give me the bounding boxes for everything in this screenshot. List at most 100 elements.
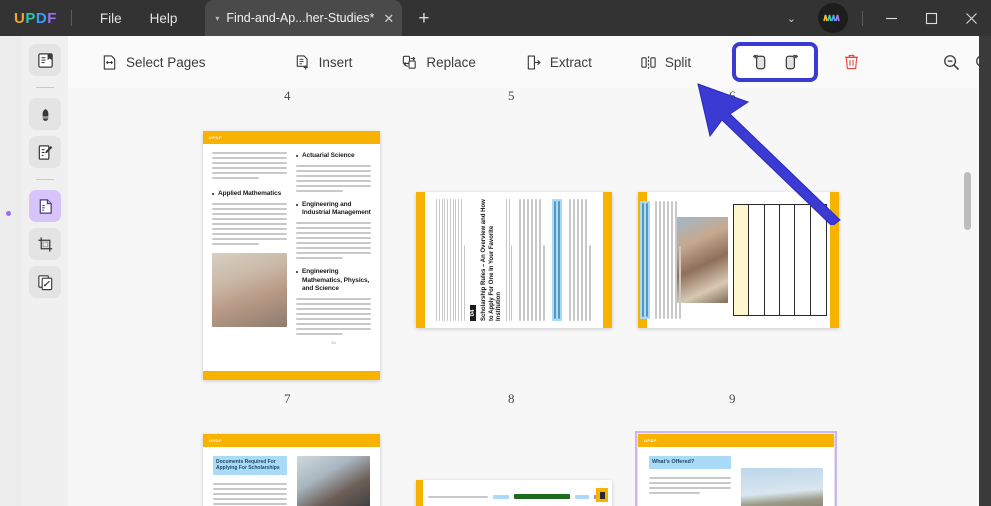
page-body: What's Offered?: [638, 447, 834, 506]
sidebar-item-edit[interactable]: [29, 136, 61, 168]
page-column-right: [296, 456, 370, 506]
logo-letter-p: P: [25, 9, 36, 27]
scrollbar-thumb[interactable]: [964, 172, 971, 230]
updf-application-window: U P D F File Help ▾ Find-and-Ap...her-St…: [0, 0, 991, 506]
split-button[interactable]: Split: [632, 49, 699, 76]
page-content-4: UPDF Applied Mathematics Actuarial Scien…: [203, 131, 380, 380]
page-column-right: Actuarial Science Engineering and Indust…: [296, 152, 371, 363]
sidebar-item-crop[interactable]: [29, 228, 61, 260]
chapter-tag: 04: [469, 305, 476, 321]
page-number-7: 7: [284, 391, 291, 406]
logo-letter-d: D: [35, 9, 48, 27]
split-label: Split: [664, 54, 692, 70]
highlighted-note: [639, 201, 650, 319]
page-logo: UPDF: [644, 438, 657, 443]
page-content-5: 04 Scholarship Rules – An Overview and H…: [416, 192, 612, 328]
page-photo: [676, 197, 728, 323]
page-folio: 04: [331, 339, 336, 345]
titlebar-divider: [70, 10, 72, 26]
more-tabs-chevron-icon[interactable]: ⌄: [771, 12, 812, 25]
page-thumbnail-4[interactable]: UPDF Applied Mathematics Actuarial Scien…: [203, 131, 380, 380]
page-photo: [741, 468, 823, 506]
zoom-out-icon: [944, 54, 960, 70]
rotate-right-icon: [785, 54, 798, 69]
page-heading: Documents Required For Applying For Scho…: [216, 459, 280, 472]
new-tab-button[interactable]: +: [418, 9, 429, 28]
scrollbar-track[interactable]: [960, 88, 973, 506]
page-subheading: [428, 199, 434, 321]
page-thumbnail-9[interactable]: UPDF What's Offered?: [635, 431, 837, 506]
page-heading: Applied Mathematics: [212, 190, 287, 198]
extract-label: Extract: [549, 54, 592, 70]
page-column-left: Applied Mathematics: [212, 152, 287, 363]
page-photo: [212, 253, 287, 328]
minimize-button[interactable]: [871, 0, 911, 36]
page-thumbnail-6[interactable]: [638, 192, 839, 328]
page-heading: Actuarial Science: [296, 152, 371, 160]
menu-help[interactable]: Help: [136, 5, 192, 32]
page-number-9: 9: [729, 391, 736, 406]
window-right-edge: [979, 36, 991, 506]
active-tool-indicator: [6, 211, 11, 216]
window-controls: ⌄: [771, 0, 991, 36]
updf-ai-icon[interactable]: [818, 3, 848, 33]
page-logo: UPDF: [209, 135, 222, 140]
close-button[interactable]: [951, 0, 991, 36]
menu-file[interactable]: File: [86, 5, 136, 32]
page-content-7: UPDF Documents Required For Applying For…: [203, 434, 380, 506]
trash-icon: [845, 54, 859, 70]
page-body: Applied Mathematics Actuarial Science En…: [203, 144, 380, 371]
chevron-down-icon[interactable]: ▾: [215, 14, 219, 23]
page-content-9: UPDF What's Offered?: [638, 434, 834, 506]
page-side-band-right: [830, 192, 839, 328]
maximize-button[interactable]: [911, 0, 951, 36]
select-pages-button[interactable]: Select Pages: [93, 49, 214, 76]
rotate-left-button[interactable]: [742, 49, 774, 75]
document-tab[interactable]: ▾ Find-and-Ap...her-Studies* ✕: [205, 0, 403, 36]
page-thumbnail-5[interactable]: 04 Scholarship Rules – An Overview and H…: [416, 192, 612, 328]
page-number-5: 5: [508, 88, 515, 103]
page-table: [733, 197, 827, 323]
title-bar: U P D F File Help ▾ Find-and-Ap...her-St…: [0, 0, 991, 36]
insert-button[interactable]: Insert: [286, 49, 361, 76]
sidebar-item-batch[interactable]: [29, 266, 61, 298]
select-pages-icon: [103, 54, 116, 70]
window-controls-divider: [862, 10, 863, 26]
close-icon[interactable]: ✕: [383, 12, 394, 25]
tab-title: Find-and-Ap...her-Studies*: [226, 11, 375, 25]
replace-icon: [403, 55, 417, 69]
rotate-right-button[interactable]: [776, 49, 808, 75]
sidebar-item-organize-pages[interactable]: [29, 190, 61, 222]
page-side-band-left: [416, 480, 423, 506]
delete-pages-button[interactable]: [843, 47, 860, 77]
page-column-left: Documents Required For Applying For Scho…: [213, 456, 287, 506]
page-marker: [596, 488, 608, 502]
highlighted-note: [551, 199, 562, 321]
sidebar-item-comment[interactable]: [29, 98, 61, 130]
zoom-out-button[interactable]: [942, 47, 961, 77]
page-body: Documents Required For Applying For Scho…: [203, 447, 380, 506]
page-thumbnail-7[interactable]: UPDF Documents Required For Applying For…: [203, 434, 380, 506]
updf-logo: U P D F: [14, 10, 57, 27]
page-heading: Scholarship Rules – An Overview and How …: [480, 199, 502, 321]
page-number-6: 6: [729, 88, 736, 103]
sidebar-divider-1: [36, 87, 54, 88]
replace-button[interactable]: Replace: [393, 49, 484, 76]
page-thumbnail-pane[interactable]: 4 5 6 UPDF Applied Mathematics Actuarial…: [68, 88, 973, 506]
page-header-band: UPDF: [203, 131, 380, 144]
extract-button[interactable]: Extract: [517, 49, 600, 76]
page-thumbnail-8[interactable]: [416, 480, 612, 506]
rotated-column: 04 Scholarship Rules – An Overview and H…: [428, 197, 512, 323]
page-number-4: 4: [284, 88, 291, 103]
select-pages-label: Select Pages: [126, 54, 206, 70]
tool-sidebar: [22, 36, 68, 506]
page-photo: [296, 456, 370, 506]
insert-icon: [296, 54, 308, 69]
rotate-buttons-group: [732, 42, 819, 82]
page-heading-box: What's Offered?: [649, 456, 731, 469]
page-content-6: [638, 192, 839, 328]
sidebar-item-reader[interactable]: [29, 44, 61, 76]
page-side-band-left: [416, 192, 425, 328]
logo-letter-u: U: [14, 9, 26, 27]
rotated-column: [517, 197, 600, 323]
